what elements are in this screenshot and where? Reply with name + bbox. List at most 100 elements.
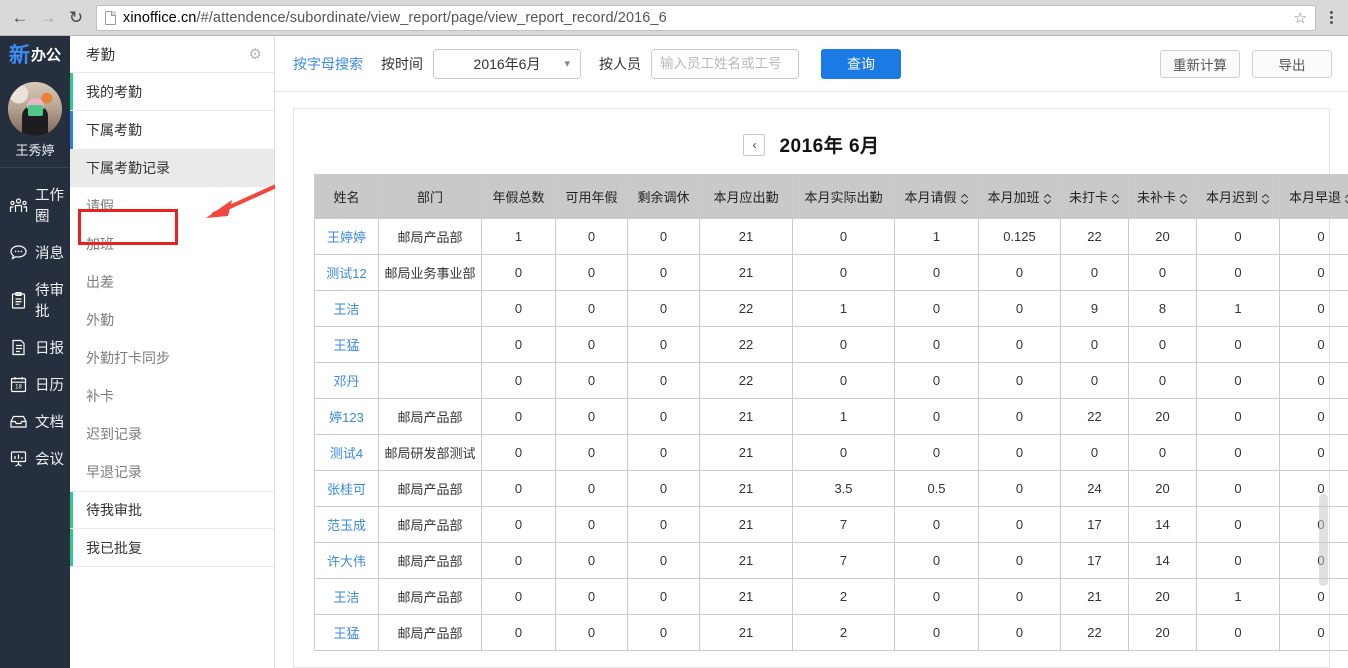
employee-link[interactable]: 王洁 bbox=[333, 302, 359, 317]
url-path: /#/attendence/subordinate/view_report/pa… bbox=[196, 9, 667, 26]
sidebar-item-subordinate-attendance-record[interactable]: 下属考勤记录 bbox=[70, 149, 274, 187]
sidebar-item-overtime[interactable]: 加班 bbox=[70, 225, 274, 263]
app-logo[interactable]: 新办公 bbox=[0, 36, 70, 72]
cell-name[interactable]: 邓丹 bbox=[314, 362, 379, 399]
sidebar-item-makeup-punch[interactable]: 补卡 bbox=[70, 377, 274, 415]
cell-annual_total: 0 bbox=[481, 434, 556, 471]
cell-name[interactable]: 王洁 bbox=[314, 290, 379, 327]
avatar[interactable] bbox=[8, 82, 62, 136]
cell-annual_avail: 0 bbox=[555, 578, 628, 615]
rail-item-pending-approval[interactable]: 待审批 bbox=[0, 271, 70, 329]
cell-leave: 0 bbox=[894, 326, 979, 363]
employee-link[interactable]: 婷123 bbox=[329, 410, 364, 425]
bookmark-star-icon[interactable]: ☆ bbox=[1288, 9, 1307, 27]
cell-no_makeup: 20 bbox=[1128, 218, 1197, 255]
sidebar-item-awaiting-my-approval[interactable]: 待我审批 bbox=[70, 491, 274, 529]
clipboard-icon bbox=[9, 291, 28, 310]
reload-icon[interactable]: ↻ bbox=[62, 4, 90, 32]
rail-item-calendar[interactable]: 18 日历 bbox=[0, 366, 70, 403]
sidebar-item-my-attendance[interactable]: 我的考勤 bbox=[70, 73, 274, 111]
column-header-7[interactable]: 本月请假 bbox=[894, 174, 979, 219]
cell-name[interactable]: 王婷婷 bbox=[314, 218, 379, 255]
cell-no_makeup: 20 bbox=[1128, 578, 1197, 615]
cell-comp_left: 0 bbox=[627, 470, 700, 507]
cell-actual: 0 bbox=[792, 362, 895, 399]
vertical-scrollbar[interactable] bbox=[1319, 494, 1328, 586]
sidebar-item-my-replies[interactable]: 我已批复 bbox=[70, 529, 274, 567]
rail-item-workcircle[interactable]: 工作圈 bbox=[0, 176, 70, 234]
cell-early: 0 bbox=[1279, 326, 1348, 363]
recalculate-button[interactable]: 重新计算 bbox=[1160, 49, 1240, 78]
table-row: 张桂可 邮局产品部 0 0 0 21 3.5 0.5 0 24 20 0 0 bbox=[314, 470, 1348, 507]
sidebar-item-field-punch-sync[interactable]: 外勤打卡同步 bbox=[70, 339, 274, 377]
cell-actual: 1 bbox=[792, 398, 895, 435]
employee-link[interactable]: 王婷婷 bbox=[327, 230, 366, 245]
cell-early: 0 bbox=[1279, 434, 1348, 471]
previous-month-button[interactable]: ‹ bbox=[743, 133, 766, 156]
employee-link[interactable]: 王洁 bbox=[333, 590, 359, 605]
column-header-11[interactable]: 本月迟到 bbox=[1196, 174, 1280, 219]
table-row: 王婷婷 邮局产品部 1 0 0 21 0 1 0.125 22 20 0 0 bbox=[314, 218, 1348, 255]
cell-name[interactable]: 王猛 bbox=[314, 326, 379, 363]
column-header-10[interactable]: 未补卡 bbox=[1128, 174, 1197, 219]
cell-name[interactable]: 范玉成 bbox=[314, 506, 379, 543]
cell-name[interactable]: 许大伟 bbox=[314, 542, 379, 579]
sidebar-item-label: 加班 bbox=[86, 236, 114, 252]
search-by-letter-link[interactable]: 按字母搜索 bbox=[293, 54, 363, 74]
person-search-input[interactable] bbox=[651, 48, 799, 79]
employee-link[interactable]: 许大伟 bbox=[327, 554, 366, 569]
table-header-row: 姓名 部门 年假总数 可用年假 剩余调休 本月应出勤 本月实际出勤 本月请假 本月加班 未打卡 未补… bbox=[314, 174, 1348, 219]
gear-icon[interactable]: ⚙ bbox=[249, 47, 262, 62]
report-month-title: 2016年 6月 bbox=[779, 136, 880, 157]
cell-overtime: 0 bbox=[978, 506, 1061, 543]
rail-item-daily-report[interactable]: 日报 bbox=[0, 329, 70, 366]
sidebar-item-business-trip[interactable]: 出差 bbox=[70, 263, 274, 301]
cell-comp_left: 0 bbox=[627, 542, 700, 579]
cell-annual_avail: 0 bbox=[555, 362, 628, 399]
column-header-12[interactable]: 本月早退 bbox=[1279, 174, 1348, 219]
cell-annual_total: 0 bbox=[481, 362, 556, 399]
presentation-board-icon bbox=[9, 449, 28, 468]
sidebar-item-early-leave-records[interactable]: 早退记录 bbox=[70, 453, 274, 491]
employee-link[interactable]: 王猛 bbox=[333, 626, 359, 641]
employee-link[interactable]: 张桂可 bbox=[327, 482, 366, 497]
back-arrow-icon[interactable]: ← bbox=[6, 4, 34, 32]
cell-name[interactable]: 测试12 bbox=[314, 254, 379, 291]
cell-name[interactable]: 测试4 bbox=[314, 434, 379, 471]
employee-link[interactable]: 测试12 bbox=[326, 266, 366, 281]
cell-annual_avail: 0 bbox=[555, 506, 628, 543]
cell-late: 0 bbox=[1196, 218, 1280, 255]
export-button[interactable]: 导出 bbox=[1252, 49, 1332, 78]
sidebar-item-subordinate-attendance[interactable]: 下属考勤 bbox=[70, 111, 274, 149]
column-header-8[interactable]: 本月加班 bbox=[978, 174, 1061, 219]
cell-actual: 2 bbox=[792, 578, 895, 615]
cell-annual_total: 1 bbox=[481, 218, 556, 255]
browser-menu-icon[interactable] bbox=[1320, 11, 1342, 24]
column-header-9[interactable]: 未打卡 bbox=[1060, 174, 1129, 219]
cell-annual_total: 0 bbox=[481, 578, 556, 615]
column-header-label: 本月迟到 bbox=[1205, 190, 1258, 205]
sidebar-item-field-work[interactable]: 外勤 bbox=[70, 301, 274, 339]
forward-arrow-icon[interactable]: → bbox=[34, 4, 62, 32]
cell-name[interactable]: 婷123 bbox=[314, 398, 379, 435]
sidebar-item-leave[interactable]: 请假 bbox=[70, 187, 274, 225]
sidebar-item-late-records[interactable]: 迟到记录 bbox=[70, 415, 274, 453]
user-profile[interactable]: 王秀婷 bbox=[0, 72, 70, 168]
employee-link[interactable]: 测试4 bbox=[330, 446, 363, 461]
rail-item-meeting[interactable]: 会议 bbox=[0, 440, 70, 477]
employee-link[interactable]: 范玉成 bbox=[327, 518, 366, 533]
cell-dept bbox=[378, 362, 482, 399]
cell-no_makeup: 20 bbox=[1128, 398, 1197, 435]
employee-link[interactable]: 王猛 bbox=[333, 338, 359, 353]
rail-item-documents[interactable]: 文档 bbox=[0, 403, 70, 440]
rail-item-label: 消息 bbox=[35, 246, 64, 262]
rail-item-messages[interactable]: 消息 bbox=[0, 234, 70, 271]
month-select[interactable]: 2016年6月 ▾ bbox=[433, 48, 581, 79]
address-bar[interactable]: xinoffice.cn/#/attendence/subordinate/vi… bbox=[96, 4, 1316, 31]
query-button[interactable]: 查询 bbox=[821, 48, 901, 79]
cell-name[interactable]: 张桂可 bbox=[314, 470, 379, 507]
month-select-value: 2016年6月 bbox=[473, 55, 541, 72]
employee-link[interactable]: 邓丹 bbox=[333, 374, 359, 389]
cell-name[interactable]: 王洁 bbox=[314, 578, 379, 615]
cell-name[interactable]: 王猛 bbox=[314, 614, 379, 651]
